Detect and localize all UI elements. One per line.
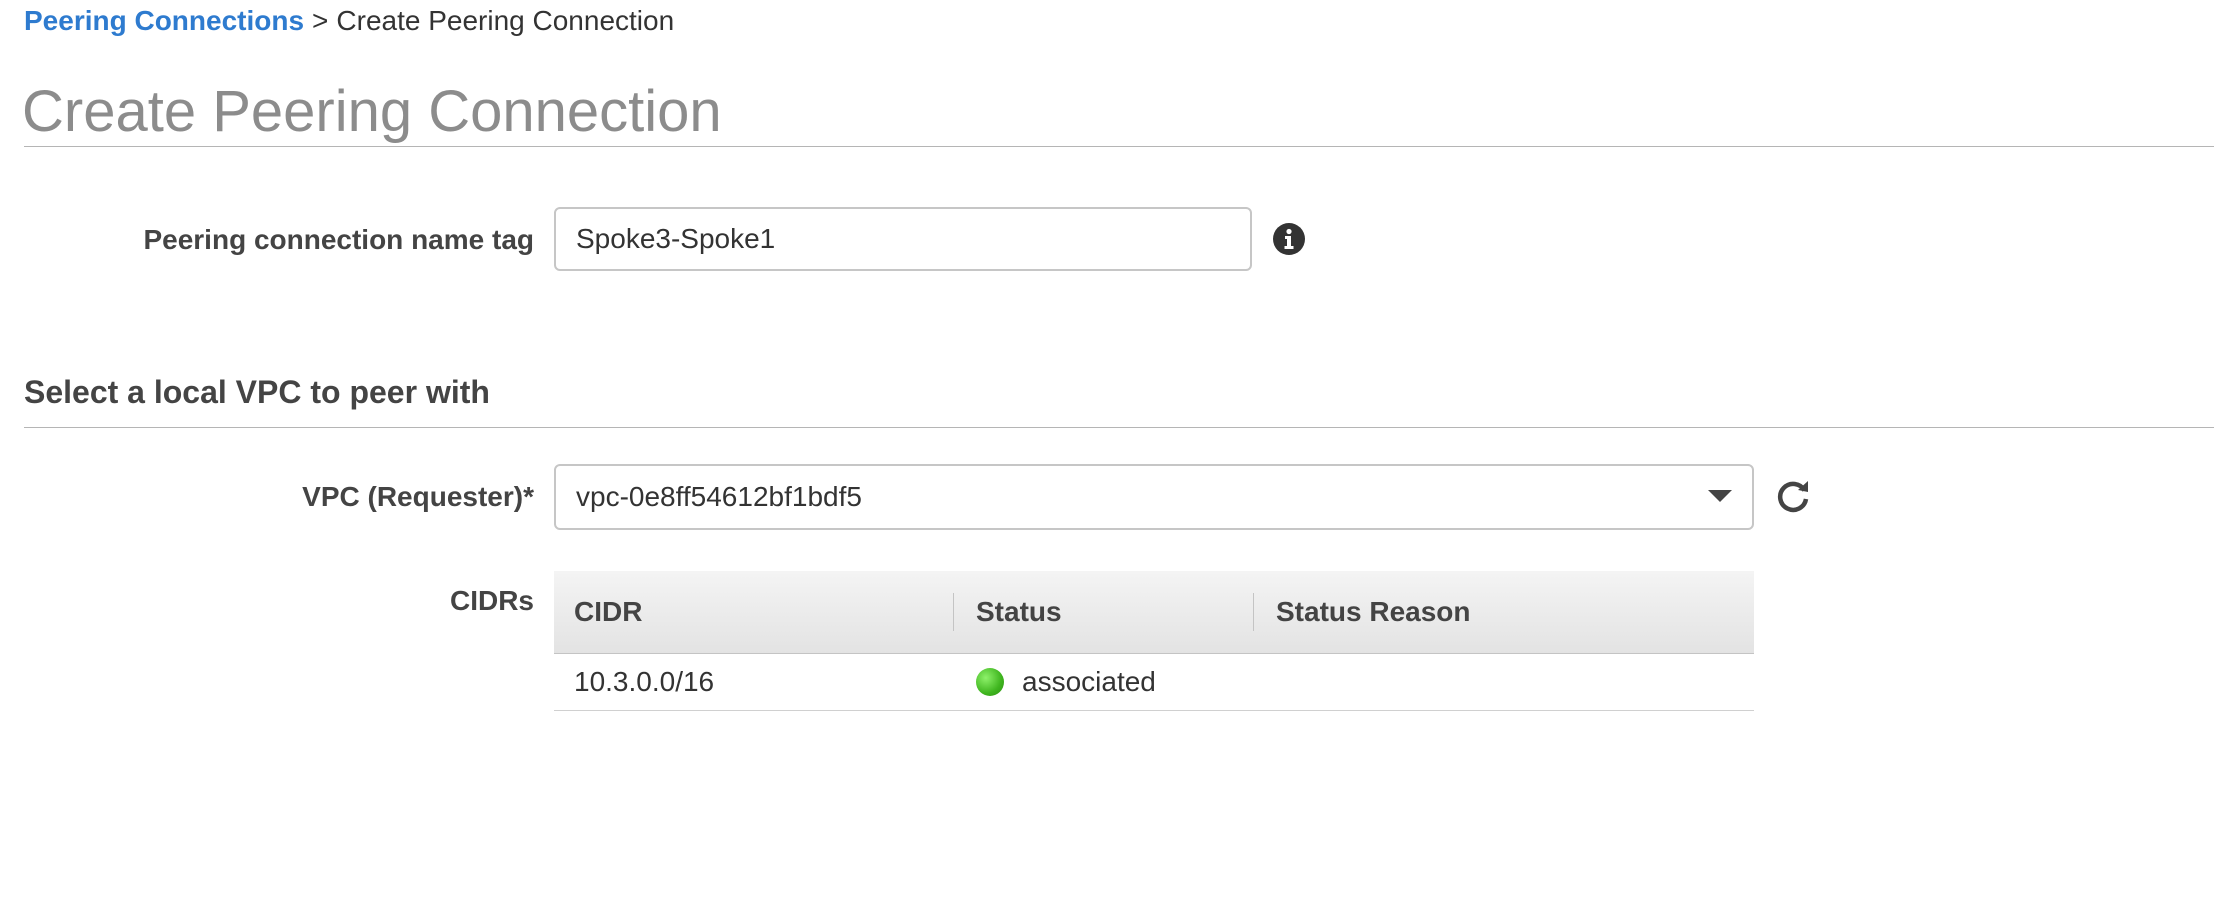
table-row: 10.3.0.0/16 associated bbox=[554, 654, 1754, 711]
column-header-status-reason[interactable]: Status Reason bbox=[1276, 571, 1471, 653]
page-title: Create Peering Connection bbox=[22, 79, 722, 144]
create-peering-connection-page: Peering Connections > Create Peering Conne… bbox=[0, 0, 2214, 910]
cidr-table: CIDR Status Status Reason 10.3.0.0/16 as… bbox=[554, 571, 1754, 711]
breadcrumb: Peering Connections > Create Peering Conne… bbox=[24, 4, 674, 38]
cidr-table-header: CIDR Status Status Reason bbox=[554, 571, 1754, 654]
breadcrumb-separator: > bbox=[312, 5, 329, 36]
info-circle-icon[interactable] bbox=[1272, 222, 1306, 256]
breadcrumb-current: Create Peering Connection bbox=[336, 5, 675, 36]
column-divider[interactable] bbox=[1253, 593, 1254, 631]
status-text: associated bbox=[1022, 666, 1156, 697]
status-cell: associated bbox=[976, 654, 1156, 710]
column-header-cidr[interactable]: CIDR bbox=[574, 571, 642, 653]
breadcrumb-link-peering-connections[interactable]: Peering Connections bbox=[24, 5, 304, 36]
refresh-icon[interactable] bbox=[1774, 478, 1812, 516]
column-divider[interactable] bbox=[953, 593, 954, 631]
section-divider bbox=[24, 427, 2214, 428]
cidrs-label: CIDRs bbox=[449, 585, 534, 616]
vpc-requester-label: VPC (Requester)* bbox=[302, 481, 534, 512]
cidr-cell: 10.3.0.0/16 bbox=[574, 666, 715, 697]
name-tag-label: Peering connection name tag bbox=[143, 224, 534, 255]
local-vpc-section-title: Select a local VPC to peer with bbox=[24, 374, 490, 410]
title-divider bbox=[24, 146, 2214, 147]
vpc-requester-select[interactable]: vpc-0e8ff54612bf1bdf5 bbox=[554, 464, 1754, 530]
name-tag-input[interactable] bbox=[554, 207, 1252, 271]
status-ok-icon bbox=[976, 667, 1004, 696]
chevron-down-icon bbox=[1708, 490, 1732, 502]
vpc-requester-selected-value: vpc-0e8ff54612bf1bdf5 bbox=[576, 481, 862, 512]
column-header-status[interactable]: Status bbox=[976, 571, 1062, 653]
